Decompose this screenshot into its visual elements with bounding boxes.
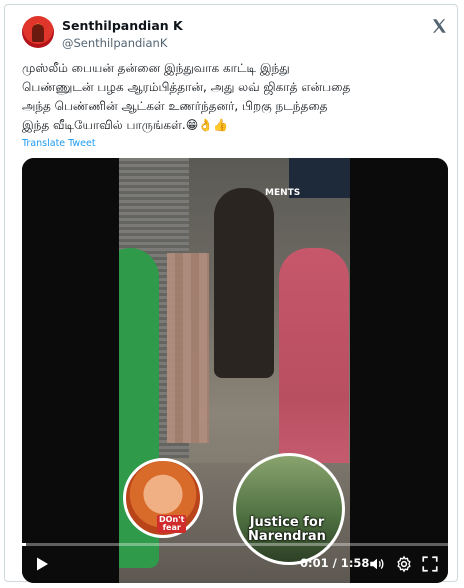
progress-bar[interactable] bbox=[22, 543, 448, 546]
volume-icon[interactable] bbox=[368, 555, 386, 573]
translate-link[interactable]: Translate Tweet bbox=[22, 138, 96, 149]
tweet-text: முஸ்லீம் பையன் தன்னை இந்துவாக காட்டி இந்… bbox=[22, 59, 442, 135]
author-name[interactable]: Senthilpandian K bbox=[62, 18, 183, 33]
tweet-emojis: 😁👌👍 bbox=[185, 118, 229, 132]
tweet-card: Senthilpandian K @SenthilpandianK முஸ்லீ… bbox=[4, 4, 458, 583]
video-letterbox-right bbox=[350, 158, 448, 583]
video-player[interactable]: MENTS DOn't fear Justice for Narendran 0… bbox=[22, 158, 448, 583]
person-figure bbox=[214, 188, 274, 378]
video-time: 0:01 / 1:58 bbox=[300, 556, 370, 570]
shop-sign-text: MENTS bbox=[265, 188, 301, 198]
badge-right-label: Justice for Narendran bbox=[248, 515, 326, 544]
blurred-region bbox=[167, 253, 209, 443]
author-handle[interactable]: @SenthilpandianK bbox=[62, 36, 167, 50]
badge-left-label: DOn't fear bbox=[157, 515, 187, 533]
gear-icon[interactable] bbox=[395, 555, 413, 573]
play-icon[interactable] bbox=[34, 556, 50, 572]
video-letterbox-left bbox=[22, 158, 119, 583]
fullscreen-icon[interactable] bbox=[421, 555, 439, 573]
progress-fill bbox=[22, 543, 27, 546]
x-logo-icon[interactable] bbox=[430, 17, 448, 35]
overlay-badge-right bbox=[233, 453, 345, 565]
avatar[interactable] bbox=[22, 16, 54, 48]
